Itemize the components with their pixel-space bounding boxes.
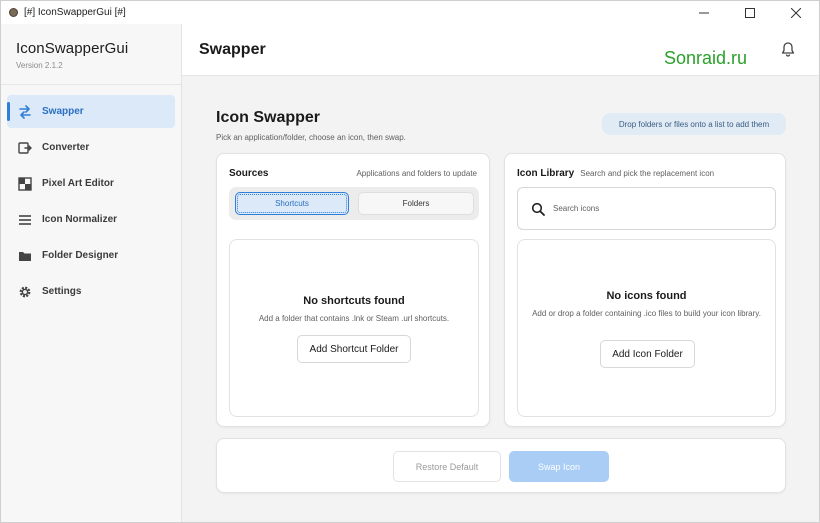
sidebar-item-icon-normalizer[interactable]: Icon Normalizer bbox=[7, 203, 175, 236]
close-button[interactable] bbox=[773, 1, 819, 24]
tab-folders[interactable]: Folders bbox=[358, 192, 474, 215]
swap-arrows-icon bbox=[17, 104, 33, 120]
sources-title: Sources bbox=[229, 167, 269, 179]
swap-icon-button[interactable]: Swap Icon bbox=[509, 451, 609, 482]
bell-icon bbox=[781, 42, 795, 57]
search-box[interactable] bbox=[517, 187, 776, 230]
sidebar-item-swapper[interactable]: Swapper bbox=[7, 95, 175, 128]
library-header: Icon Library Search and pick the replace… bbox=[517, 166, 773, 180]
library-hint: Search and pick the replacement icon bbox=[580, 168, 715, 178]
sidebar-item-label: Swapper bbox=[42, 106, 84, 117]
add-icon-folder-button[interactable]: Add Icon Folder bbox=[600, 340, 695, 368]
sources-tab-switch: Shortcuts Folders bbox=[229, 187, 479, 220]
icon-library-card: Icon Library Search and pick the replace… bbox=[504, 153, 786, 427]
sidebar: IconSwapperGui Version 2.1.2 Swapper Con… bbox=[1, 24, 182, 522]
sidebar-item-label: Settings bbox=[42, 286, 82, 297]
gear-icon bbox=[17, 284, 33, 300]
shortcuts-list[interactable]: No shortcuts found Add a folder that con… bbox=[229, 239, 479, 417]
watermark-text: Sonraid.ru bbox=[664, 48, 748, 68]
empty-state-description: Add a folder that contains .lnk or Steam… bbox=[258, 314, 450, 323]
close-icon bbox=[791, 7, 801, 18]
maximize-icon bbox=[745, 7, 755, 18]
section-title: Icon Swapper bbox=[216, 109, 321, 126]
sidebar-item-converter[interactable]: Converter bbox=[7, 131, 175, 164]
folder-icon bbox=[17, 248, 33, 264]
list-lines-icon bbox=[17, 212, 33, 228]
app-name: IconSwapperGui bbox=[16, 40, 129, 57]
minimize-icon bbox=[699, 12, 709, 13]
minimize-button[interactable] bbox=[681, 1, 727, 24]
pixel-grid-icon bbox=[17, 176, 33, 192]
sidebar-item-label: Converter bbox=[42, 142, 90, 153]
empty-state-title: No icons found bbox=[606, 290, 687, 302]
sources-card: Sources Applications and folders to upda… bbox=[216, 153, 490, 427]
app-window: [#] IconSwapperGui [#] IconSwapperGui Ve… bbox=[0, 0, 820, 523]
sidebar-item-label: Folder Designer bbox=[42, 250, 119, 261]
sidebar-item-label: Pixel Art Editor bbox=[42, 178, 114, 189]
sidebar-item-folder-designer[interactable]: Folder Designer bbox=[7, 239, 175, 272]
sources-header: Sources Applications and folders to upda… bbox=[229, 166, 477, 180]
sidebar-item-settings[interactable]: Settings bbox=[7, 275, 175, 308]
restore-default-button[interactable]: Restore Default bbox=[393, 451, 501, 482]
sidebar-divider bbox=[1, 84, 181, 85]
add-shortcut-folder-button[interactable]: Add Shortcut Folder bbox=[297, 335, 411, 363]
sidebar-nav: Swapper Converter Pixel Art Editor Icon … bbox=[7, 95, 175, 311]
section-subtitle: Pick an application/folder, choose an ic… bbox=[216, 133, 406, 142]
title-bar: [#] IconSwapperGui [#] bbox=[1, 1, 819, 24]
maximize-button[interactable] bbox=[727, 1, 773, 24]
library-title: Icon Library bbox=[517, 167, 575, 179]
actions-bar: Restore Default Swap Icon bbox=[216, 438, 786, 493]
main-content: Icon Swapper Pick an application/folder,… bbox=[182, 77, 819, 522]
sidebar-item-pixel-art-editor[interactable]: Pixel Art Editor bbox=[7, 167, 175, 200]
sources-hint: Applications and folders to update bbox=[356, 168, 477, 178]
page-title: Swapper bbox=[199, 41, 266, 58]
window-controls bbox=[681, 1, 819, 24]
icons-list[interactable]: No icons found Add or drop a folder cont… bbox=[517, 239, 776, 417]
empty-state-description: Add or drop a folder containing .ico fil… bbox=[532, 309, 761, 318]
window-title: [#] IconSwapperGui [#] bbox=[24, 7, 126, 18]
notifications-button[interactable] bbox=[780, 41, 796, 57]
converter-icon bbox=[17, 140, 33, 156]
sidebar-item-label: Icon Normalizer bbox=[42, 214, 118, 225]
app-logo-icon bbox=[9, 8, 18, 17]
search-icon bbox=[531, 202, 545, 216]
search-input[interactable] bbox=[553, 204, 753, 213]
empty-state-title: No shortcuts found bbox=[303, 295, 405, 307]
app-version: Version 2.1.2 bbox=[16, 61, 63, 70]
page-header: Swapper Sonraid.ru bbox=[182, 24, 819, 76]
tab-shortcuts[interactable]: Shortcuts bbox=[235, 192, 349, 215]
drop-hint-badge: Drop folders or files onto a list to add… bbox=[602, 113, 786, 135]
